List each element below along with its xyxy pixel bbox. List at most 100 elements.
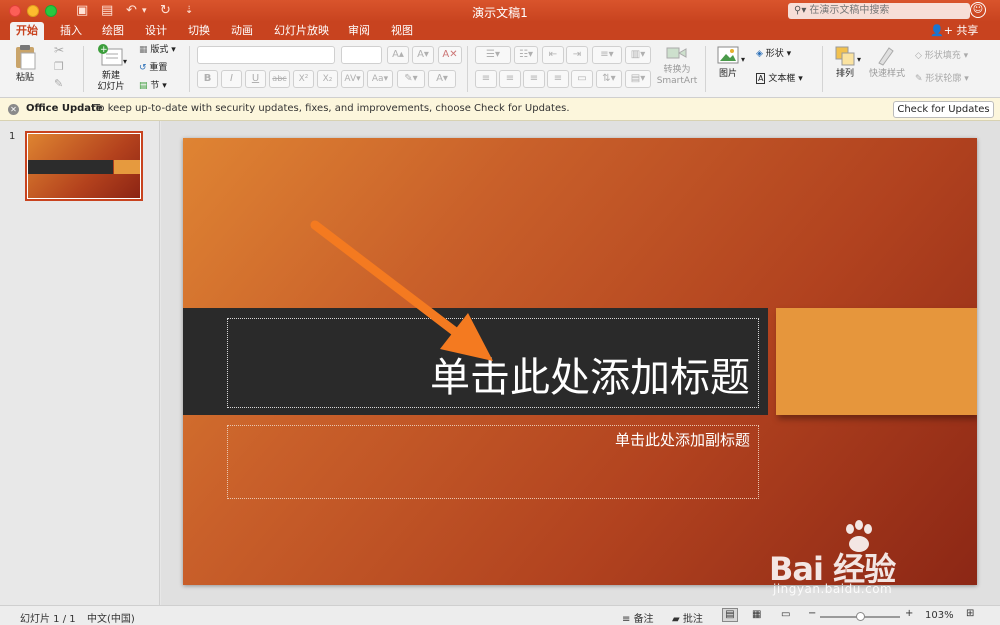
comment-icon: ▰ [672, 614, 683, 625]
superscript-button[interactable]: X² [293, 70, 314, 88]
italic-button[interactable]: I [221, 70, 242, 88]
close-update-bar-icon[interactable]: ✕ [8, 104, 19, 115]
character-spacing-icon[interactable]: AV▾ [341, 70, 364, 88]
tab-draw[interactable]: 绘图 [96, 22, 130, 40]
tab-view[interactable]: 视图 [385, 22, 419, 40]
slide-canvas: 单击此处添加标题 单击此处添加副标题 Bai 经验 jingyan.baidu.… [161, 121, 1000, 605]
ribbon-tab-row: 开始 插入 绘图 设计 切换 动画 幻灯片放映 审阅 视图 👤+ 共享 [0, 22, 1000, 40]
zoom-slider[interactable] [820, 612, 900, 621]
layout-icon: ▦ [139, 45, 151, 55]
zoom-level[interactable]: 103% [925, 610, 954, 621]
customize-toolbar-icon[interactable]: ⇣ [185, 3, 193, 19]
new-slide-icon: + [98, 44, 123, 66]
slide-sorter-icon[interactable]: ▦ [752, 609, 761, 620]
arrange-dropdown-icon[interactable]: ▾ [857, 54, 861, 66]
tab-transitions[interactable]: 切换 [182, 22, 216, 40]
justify-icon[interactable]: ≡ [547, 70, 569, 88]
sidebar-toggle-icon[interactable]: ▣ [76, 3, 88, 19]
align-text-icon[interactable]: ▤▾ [625, 70, 651, 88]
font-name-field[interactable] [197, 46, 335, 64]
ribbon-separator [189, 46, 190, 92]
shape-button[interactable]: ◈ 形状 ▾ [756, 48, 791, 60]
reset-button[interactable]: ↺ 重置 [139, 62, 167, 74]
tab-insert[interactable]: 插入 [54, 22, 88, 40]
search-placeholder: 在演示文稿中搜索 [809, 5, 890, 16]
undo-icon[interactable]: ↶ [126, 3, 137, 19]
zoom-in-icon[interactable]: + [905, 608, 913, 619]
font-color-icon[interactable]: A▾ [428, 70, 456, 88]
slide-thumbnail[interactable] [25, 131, 143, 201]
subscript-button[interactable]: X₂ [317, 70, 338, 88]
tab-slide-show[interactable]: 幻灯片放映 [268, 22, 335, 40]
picture-dropdown-icon[interactable]: ▾ [741, 54, 745, 66]
increase-font-size-icon[interactable]: A▴ [387, 46, 409, 64]
layout-button[interactable]: ▦ 版式 ▾ [139, 44, 176, 56]
notes-button[interactable]: ≡ 备注 [622, 610, 654, 625]
paste-label: 粘贴 [15, 73, 34, 83]
align-left-icon[interactable]: ≡ [475, 70, 497, 88]
tab-animations[interactable]: 动画 [225, 22, 259, 40]
feedback-smiley-icon[interactable]: ☺ [970, 2, 986, 18]
zoom-out-icon[interactable]: − [808, 608, 816, 619]
comments-button[interactable]: ▰ 批注 [672, 610, 703, 625]
fit-to-window-icon[interactable]: ⊞ [966, 608, 974, 619]
textbox-button[interactable]: A 文本框 ▾ [756, 73, 803, 85]
window-maximize-button[interactable] [45, 5, 57, 17]
copy-icon[interactable]: ❐ [54, 61, 64, 73]
cut-icon[interactable]: ✂ [54, 44, 64, 56]
slide[interactable]: 单击此处添加标题 单击此处添加副标题 [183, 138, 977, 585]
picture-label: 图片 [718, 69, 737, 79]
bullets-icon[interactable]: ☰▾ [475, 46, 511, 64]
quick-styles-button[interactable]: 快速样式 [866, 44, 908, 80]
office-update-bar: ✕ Office Update To keep up-to-date with … [0, 98, 1000, 121]
slide-thumbnail-pane: 1 [0, 121, 160, 605]
window-minimize-button[interactable] [27, 5, 39, 17]
distributed-icon[interactable]: ▭ [571, 70, 593, 88]
text-direction-icon[interactable]: ⇅▾ [596, 70, 622, 88]
title-placeholder[interactable]: 单击此处添加标题 [227, 318, 759, 408]
line-spacing-icon[interactable]: ≡▾ [592, 46, 622, 64]
format-painter-icon[interactable]: ✎ [54, 78, 63, 90]
reading-view-icon[interactable]: ▭ [781, 609, 790, 620]
columns-icon[interactable]: ▥▾ [625, 46, 651, 64]
numbering-icon[interactable]: ☷▾ [514, 46, 538, 64]
align-center-icon[interactable]: ≡ [499, 70, 521, 88]
paste-button[interactable]: 粘贴 [8, 44, 42, 84]
window-close-button[interactable] [9, 5, 21, 17]
shape-fill-button[interactable]: ◇ 形状填充 ▾ [915, 50, 968, 62]
arrange-label: 排列 [835, 69, 854, 79]
increase-indent-icon[interactable]: ⇥ [566, 46, 588, 64]
tab-home[interactable]: 开始 [10, 22, 44, 40]
new-slide-dropdown-icon[interactable]: ▾ [123, 56, 127, 68]
language-indicator[interactable]: 中文(中国) [87, 610, 135, 625]
undo-dropdown-icon[interactable]: ▾ [142, 3, 147, 19]
normal-view-icon[interactable]: ▤ [722, 608, 738, 622]
redo-icon[interactable]: ↻ [160, 3, 171, 19]
bold-button[interactable]: B [197, 70, 218, 88]
strikethrough-button[interactable]: abc [269, 70, 290, 88]
font-size-field[interactable] [341, 46, 382, 64]
tab-design[interactable]: 设计 [139, 22, 173, 40]
align-right-icon[interactable]: ≡ [523, 70, 545, 88]
new-slide-button[interactable]: + 新建 幻灯片 [92, 44, 130, 93]
clear-formatting-icon[interactable]: A✕ [438, 46, 462, 64]
check-for-updates-button[interactable]: Check for Updates [893, 101, 994, 118]
highlight-color-icon[interactable]: ✎▾ [397, 70, 425, 88]
section-button[interactable]: ▤ 节 ▾ [139, 80, 167, 92]
convert-smartart-button[interactable]: 转换为 SmartArt [655, 46, 699, 87]
textbox-label: 文本框 [768, 74, 796, 84]
share-button[interactable]: 👤+ 共享 [930, 22, 978, 40]
change-case-icon[interactable]: Aa▾ [367, 70, 393, 88]
shape-outline-button[interactable]: ✎ 形状轮廓 ▾ [915, 73, 969, 85]
picture-button[interactable]: 图片 [712, 44, 744, 80]
search-input[interactable]: ⚲▾ 在演示文稿中搜索 [788, 3, 970, 19]
subtitle-placeholder[interactable]: 单击此处添加副标题 [227, 425, 759, 499]
fill-bucket-icon: ◇ [915, 51, 925, 61]
tab-review[interactable]: 审阅 [342, 22, 376, 40]
update-bar-message: To keep up-to-date with security updates… [94, 103, 570, 114]
decrease-indent-icon[interactable]: ⇤ [542, 46, 564, 64]
zoom-slider-knob[interactable] [856, 612, 865, 621]
save-icon[interactable]: ▤ [101, 3, 113, 19]
decrease-font-size-icon[interactable]: A▾ [412, 46, 434, 64]
underline-button[interactable]: U [245, 70, 266, 88]
